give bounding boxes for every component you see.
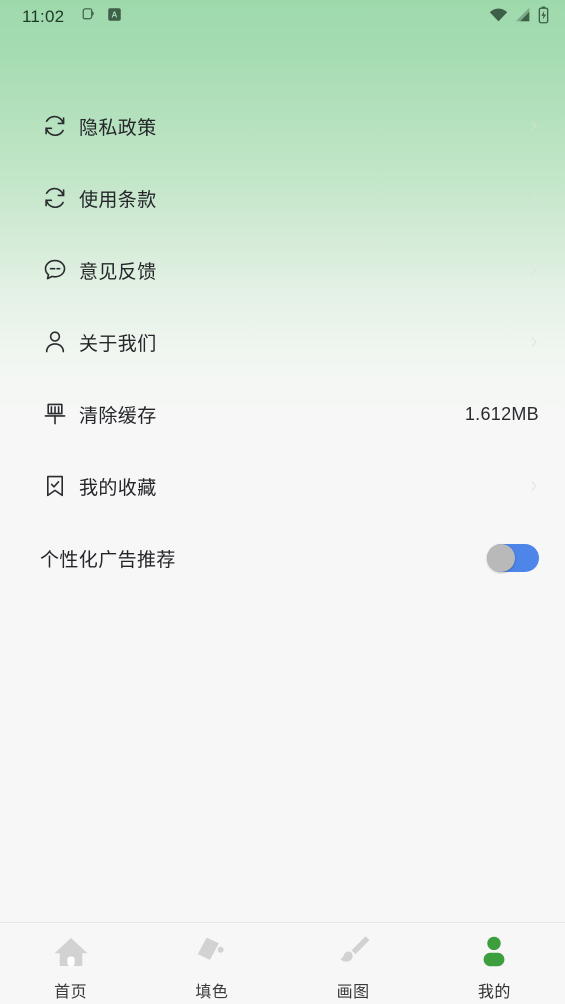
settings-row-terms-of-use[interactable]: 使用条款 — [0, 162, 565, 234]
settings-row-accessory — [529, 265, 539, 275]
settings-row-feedback[interactable]: 意见反馈 — [0, 234, 565, 306]
settings-row-label: 清除缓存 — [79, 405, 157, 427]
svg-text:A: A — [112, 11, 118, 20]
speech-bubble-icon — [40, 255, 70, 285]
settings-list: 隐私政策 使用条款 意见反馈 关于我们 清除缓存 1.612MB 我的收藏 个性… — [0, 34, 565, 594]
sync-circle-icon — [40, 183, 70, 213]
settings-row-label: 我的收藏 — [79, 477, 157, 499]
settings-row-accessory: 1.612MB — [465, 404, 539, 425]
settings-row-my-favorites[interactable]: 我的收藏 — [0, 450, 565, 522]
status-bar-clock: 11:02 — [22, 7, 65, 26]
tab-draw[interactable]: 画图 — [283, 932, 424, 1002]
settings-screen: 11:02 A 隐私政策 使用条款 意见反馈 关于我们 清除缓存 1.612MB… — [0, 0, 565, 1004]
tab-home[interactable]: 首页 — [0, 932, 141, 1002]
paintbrush-icon — [333, 932, 373, 972]
home-icon — [51, 932, 91, 972]
settings-row-accessory — [529, 121, 539, 131]
tab-label: 首页 — [54, 984, 88, 1001]
toggle-knob — [487, 544, 515, 572]
bookmark-check-icon — [40, 471, 70, 501]
settings-row-privacy-policy[interactable]: 隐私政策 — [0, 90, 565, 162]
cellular-signal-icon — [515, 7, 531, 27]
broom-icon — [40, 399, 70, 429]
settings-row-about-us[interactable]: 关于我们 — [0, 306, 565, 378]
person-filled-icon — [474, 932, 514, 972]
settings-row-label: 使用条款 — [79, 189, 157, 211]
paint-bucket-icon — [192, 932, 232, 972]
chevron-right-icon — [529, 121, 539, 131]
tab-label: 我的 — [477, 984, 511, 1001]
settings-row-label: 个性化广告推荐 — [40, 549, 176, 571]
person-icon — [40, 327, 70, 357]
tab-label: 画图 — [336, 984, 370, 1001]
settings-row-clear-cache[interactable]: 清除缓存 1.612MB — [0, 378, 565, 450]
settings-row-accessory — [529, 481, 539, 491]
settings-row-label: 关于我们 — [79, 333, 157, 355]
settings-row-personalized-ads[interactable]: 个性化广告推荐 — [0, 522, 565, 594]
personalized-ads-toggle[interactable] — [487, 544, 539, 572]
settings-row-label: 隐私政策 — [79, 117, 157, 139]
app-badge-a-icon: A — [107, 7, 122, 27]
tab-label: 填色 — [195, 984, 229, 1001]
clipboard-icon — [79, 6, 96, 28]
settings-row-accessory — [529, 337, 539, 347]
settings-row-label: 意见反馈 — [79, 261, 157, 283]
settings-row-accessory — [487, 544, 539, 572]
settings-row-accessory — [529, 193, 539, 203]
chevron-right-icon — [529, 481, 539, 491]
status-bar-system-icons — [489, 6, 549, 29]
status-bar-notification-icons: A — [79, 6, 122, 28]
chevron-right-icon — [529, 193, 539, 203]
sync-circle-icon — [40, 111, 70, 141]
chevron-right-icon — [529, 265, 539, 275]
bottom-navigation-bar: 首页 填色 画图 我的 — [0, 922, 565, 1004]
status-bar: 11:02 A — [0, 0, 565, 34]
tab-fill-color[interactable]: 填色 — [141, 932, 282, 1002]
chevron-right-icon — [529, 337, 539, 347]
battery-charging-icon — [538, 6, 549, 29]
cache-size-value: 1.612MB — [464, 403, 539, 424]
tab-mine[interactable]: 我的 — [424, 932, 565, 1002]
wifi-icon — [489, 7, 508, 27]
